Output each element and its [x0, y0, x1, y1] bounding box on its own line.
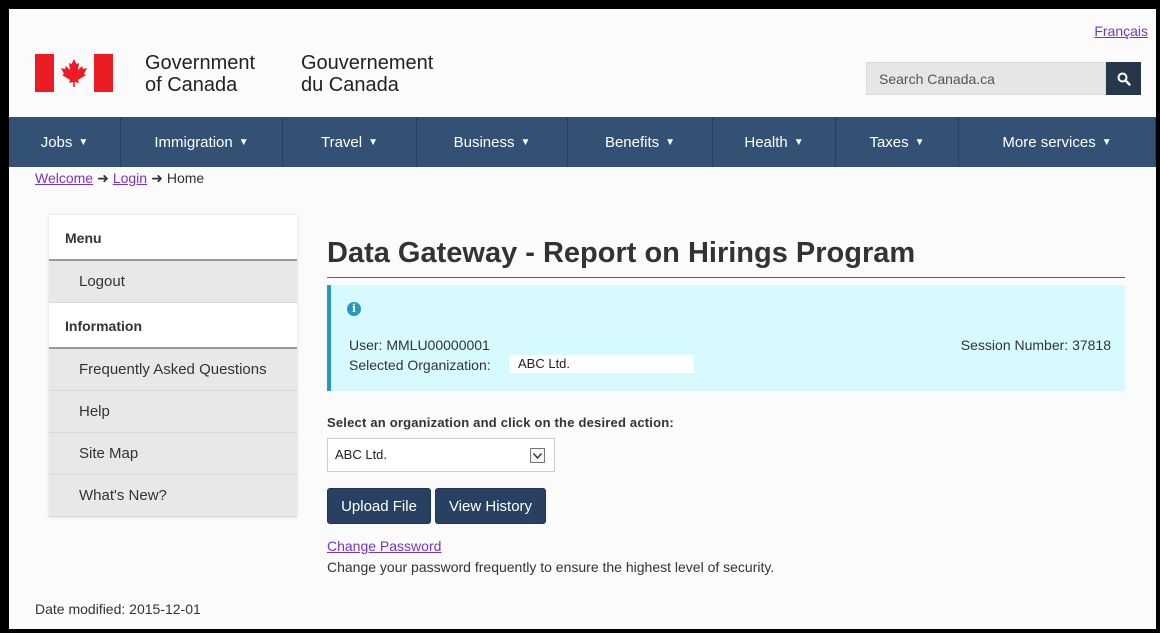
info-alert: i User: MMLU00000001 Selected Organizati… [327, 285, 1125, 391]
signature-fr-line1: Gouvernement [301, 52, 434, 74]
info-icon: i [347, 302, 361, 316]
signature-english: Government of Canada [145, 52, 255, 96]
date-modified: Date modified: 2015-12-01 [35, 601, 201, 617]
sidebar-item-help[interactable]: Help [49, 391, 297, 433]
chevron-down-icon: ▼ [368, 136, 379, 148]
view-history-button[interactable]: View History [435, 488, 546, 524]
sidebar-menu: Menu Logout Information Frequently Asked… [49, 215, 297, 517]
chevron-down-icon: ▼ [914, 136, 925, 148]
user-id-text: User: MMLU00000001 [349, 337, 490, 353]
change-password-description: Change your password frequently to ensur… [327, 559, 775, 575]
nav-item-jobs[interactable]: Jobs ▼ [9, 117, 121, 167]
nav-label: Benefits [604, 133, 660, 151]
nav-item-health[interactable]: Health ▼ [713, 117, 836, 167]
nav-label: Health [744, 133, 788, 151]
sidebar-info-header: Information [49, 303, 297, 349]
nav-label: Jobs [40, 133, 73, 151]
nav-label: Travel [320, 133, 363, 151]
chevron-down-icon: ▼ [1101, 136, 1112, 148]
nav-label: More services [1002, 133, 1096, 151]
breadcrumb-current: Home [166, 170, 205, 186]
nav-item-benefits[interactable]: Benefits ▼ [568, 117, 713, 167]
signature-en-line2: of Canada [145, 74, 238, 96]
nav-item-taxes[interactable]: Taxes ▼ [836, 117, 959, 167]
organization-select-value: ABC Ltd. [335, 447, 388, 462]
chevron-down-icon: ▼ [78, 136, 89, 148]
arrow-right-icon: ➜ [97, 170, 109, 186]
chevron-down-icon: ▼ [238, 136, 249, 148]
arrow-right-icon: ➜ [151, 170, 163, 186]
sidebar-item-whats-new[interactable]: What's New? [49, 475, 297, 517]
signature-fr-line2: du Canada [301, 74, 399, 96]
nav-item-immigration[interactable]: Immigration ▼ [121, 117, 283, 167]
nav-label: Taxes [869, 133, 909, 151]
selected-organization-value: ABC Ltd. [509, 355, 694, 373]
chevron-down-icon[interactable] [530, 448, 545, 463]
nav-item-travel[interactable]: Travel ▼ [283, 117, 417, 167]
main-navigation: Jobs ▼ Immigration ▼ Travel ▼ Business ▼ Ben… [9, 117, 1156, 167]
upload-file-button[interactable]: Upload File [327, 488, 431, 524]
canada-flag-logo [35, 54, 113, 92]
search-button[interactable] [1106, 62, 1141, 95]
signature-french: Gouvernement du Canada [301, 52, 433, 96]
language-toggle-link[interactable]: Français [1094, 23, 1148, 39]
chevron-down-icon: ▼ [665, 136, 676, 148]
selected-organization-label: Selected Organization: [349, 357, 491, 373]
session-number-text: Session Number: 37818 [960, 337, 1111, 353]
change-password-link[interactable]: Change Password [327, 538, 441, 554]
sidebar-item-logout[interactable]: Logout [49, 261, 297, 303]
breadcrumb: Welcome ➜ Login ➜ Home [35, 170, 204, 187]
organization-select-label: Select an organization and click on the … [327, 415, 674, 430]
breadcrumb-login[interactable]: Login [113, 170, 147, 186]
search-input[interactable]: Search Canada.ca [866, 62, 1106, 95]
search-icon [1117, 72, 1131, 86]
chevron-down-icon: ▼ [520, 136, 531, 148]
sidebar-item-site-map[interactable]: Site Map [49, 433, 297, 475]
nav-label: Immigration [154, 133, 233, 151]
nav-label: Business [453, 133, 515, 151]
title-underline [327, 277, 1125, 278]
page-title: Data Gateway - Report on Hirings Program [327, 237, 916, 269]
maple-leaf-icon [61, 59, 87, 87]
page-frame: Français Government of Canada Gouverneme… [0, 0, 1160, 633]
signature-en-line1: Government [145, 52, 256, 74]
sidebar-item-faq[interactable]: Frequently Asked Questions [49, 349, 297, 391]
sidebar-menu-header: Menu [49, 215, 297, 261]
nav-item-more-services[interactable]: More services ▼ [959, 117, 1156, 167]
chevron-down-icon: ▼ [793, 136, 804, 148]
breadcrumb-welcome[interactable]: Welcome [35, 170, 93, 186]
organization-select[interactable]: ABC Ltd. [327, 438, 555, 472]
nav-item-business[interactable]: Business ▼ [417, 117, 568, 167]
